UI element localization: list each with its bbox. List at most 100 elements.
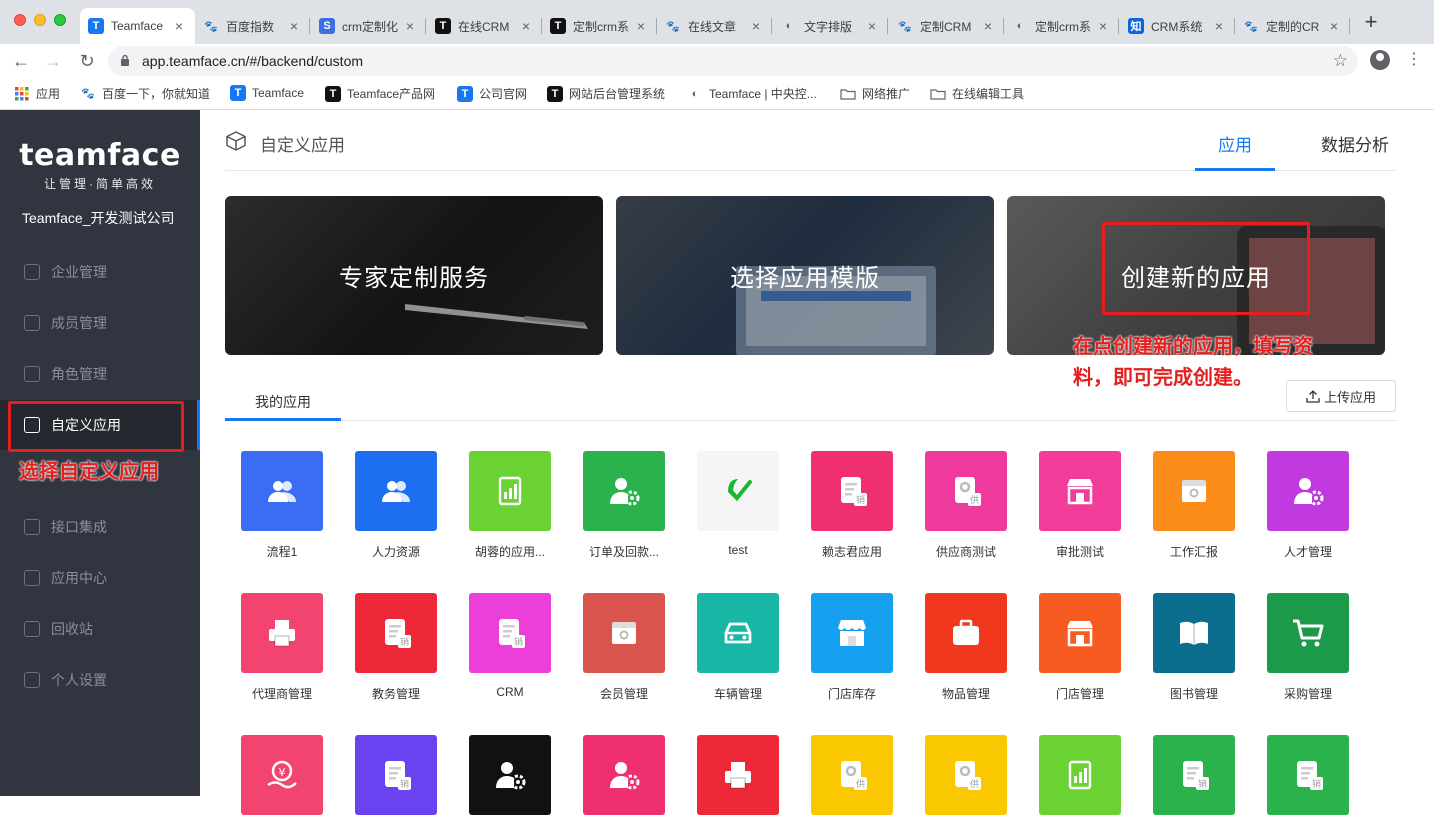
app-item[interactable]: 销 bbox=[1137, 735, 1251, 827]
app-tile[interactable] bbox=[241, 451, 323, 531]
app-item[interactable]: ¥ bbox=[225, 735, 339, 827]
tab-close-icon[interactable]: × bbox=[980, 18, 996, 34]
tab-data-analysis[interactable]: 数据分析 bbox=[1321, 131, 1389, 156]
app-tile[interactable]: ¥ bbox=[241, 735, 323, 815]
app-item[interactable]: 门店管理 bbox=[1023, 593, 1137, 702]
app-tile[interactable] bbox=[583, 593, 665, 673]
app-tile[interactable] bbox=[697, 451, 779, 531]
tab-close-icon[interactable]: × bbox=[171, 18, 187, 34]
banner-select-template[interactable]: 选择应用模版 bbox=[616, 196, 994, 355]
back-icon[interactable]: ← bbox=[10, 50, 32, 72]
teamface-logo[interactable]: teamface 让管理·简单高效 bbox=[0, 138, 200, 192]
app-tile[interactable]: 供 bbox=[925, 735, 1007, 815]
browser-tab[interactable]: Scrm定制化 × bbox=[311, 8, 426, 44]
tab-close-icon[interactable]: × bbox=[286, 18, 302, 34]
app-tile[interactable] bbox=[1039, 735, 1121, 815]
bookmark-item[interactable]: 网络推广 bbox=[840, 85, 910, 102]
app-item[interactable]: 流程1 bbox=[225, 451, 339, 560]
app-item[interactable]: 物品管理 bbox=[909, 593, 1023, 702]
app-item[interactable]: 供 bbox=[909, 735, 1023, 827]
app-tile[interactable] bbox=[1039, 593, 1121, 673]
bookmark-item[interactable]: 🐾 百度一下，你就知道 bbox=[80, 85, 210, 102]
new-tab-button[interactable]: + bbox=[1360, 11, 1382, 34]
sidebar-item-enterprise[interactable]: 企业管理 bbox=[0, 247, 200, 297]
browser-tab[interactable]: 🐾 百度指数 × bbox=[195, 8, 310, 44]
app-tile[interactable] bbox=[469, 735, 551, 815]
app-tile[interactable] bbox=[469, 451, 551, 531]
sidebar-item-roles[interactable]: 角色管理 bbox=[0, 349, 200, 399]
upload-app-button[interactable]: 上传应用 bbox=[1286, 380, 1396, 412]
browser-tab[interactable]: 🐾 定制的CR × bbox=[1235, 8, 1350, 44]
tab-close-icon[interactable]: × bbox=[748, 18, 764, 34]
app-tile[interactable]: 销 bbox=[1153, 735, 1235, 815]
app-item[interactable]: 销教务管理 bbox=[339, 593, 453, 702]
tab-close-icon[interactable]: × bbox=[1211, 18, 1227, 34]
bookmark-item[interactable]: T 网站后台管理系统 bbox=[547, 85, 665, 102]
app-item[interactable] bbox=[567, 735, 681, 827]
tab-close-icon[interactable]: × bbox=[1326, 18, 1342, 34]
app-item[interactable]: 销赖志君应用 bbox=[795, 451, 909, 560]
minimize-window-button[interactable] bbox=[34, 14, 46, 26]
app-item[interactable]: 采购管理 bbox=[1251, 593, 1365, 702]
app-tile[interactable] bbox=[1153, 593, 1235, 673]
browser-tab[interactable]: T Teamface × bbox=[80, 8, 195, 44]
app-tile[interactable]: 销 bbox=[355, 735, 437, 815]
app-item[interactable]: 供供应商测试 bbox=[909, 451, 1023, 560]
app-item[interactable] bbox=[681, 735, 795, 827]
app-tile[interactable]: 销 bbox=[469, 593, 551, 673]
app-item[interactable]: 人才管理 bbox=[1251, 451, 1365, 560]
bookmark-item[interactable]: 应用 bbox=[14, 85, 60, 102]
browser-tab[interactable]: 🐾 在线文章 × bbox=[657, 8, 772, 44]
browser-tab[interactable]: ◐ 定制crm系 × bbox=[1004, 8, 1119, 44]
app-tile[interactable] bbox=[1153, 451, 1235, 531]
app-tile[interactable] bbox=[925, 593, 1007, 673]
close-window-button[interactable] bbox=[14, 14, 26, 26]
app-item[interactable]: 审批测试 bbox=[1023, 451, 1137, 560]
bookmark-item[interactable]: 在线编辑工具 bbox=[930, 85, 1024, 102]
app-tile[interactable] bbox=[583, 451, 665, 531]
sidebar-item-personal-settings[interactable]: 个人设置 bbox=[0, 655, 200, 705]
app-tile[interactable] bbox=[811, 593, 893, 673]
sidebar-item-app-center[interactable]: 应用中心 bbox=[0, 553, 200, 603]
app-tile[interactable] bbox=[697, 735, 779, 815]
address-bar[interactable]: app.teamface.cn/#/backend/custom ☆ bbox=[108, 46, 1358, 76]
app-item[interactable]: 工作汇报 bbox=[1137, 451, 1251, 560]
bookmark-star-icon[interactable]: ☆ bbox=[1333, 51, 1348, 71]
sidebar-item-members[interactable]: 成员管理 bbox=[0, 298, 200, 348]
bookmark-item[interactable]: T 公司官网 bbox=[457, 85, 527, 102]
browser-menu-icon[interactable]: ⋮ bbox=[1406, 49, 1422, 69]
browser-tab[interactable]: T 在线CRM × bbox=[427, 8, 542, 44]
app-tile[interactable] bbox=[241, 593, 323, 673]
sidebar-item-api-integration[interactable]: 接口集成 bbox=[0, 502, 200, 552]
tab-close-icon[interactable]: × bbox=[633, 18, 649, 34]
bookmark-item[interactable]: T Teamface产品网 bbox=[325, 85, 435, 102]
app-item[interactable]: 销 bbox=[1251, 735, 1365, 827]
tab-apps[interactable]: 应用 bbox=[1218, 131, 1252, 156]
browser-tab[interactable]: T 定制crm系 × bbox=[542, 8, 657, 44]
app-item[interactable]: test bbox=[681, 451, 795, 557]
app-tile[interactable] bbox=[583, 735, 665, 815]
app-item[interactable]: 胡蓉的应用... bbox=[453, 451, 567, 560]
app-item[interactable]: 销 CRM bbox=[453, 593, 567, 699]
zoom-window-button[interactable] bbox=[54, 14, 66, 26]
app-item[interactable]: 人力资源 bbox=[339, 451, 453, 560]
forward-icon[interactable]: → bbox=[42, 50, 64, 72]
app-tile[interactable] bbox=[1267, 593, 1349, 673]
browser-tab[interactable]: 🐾 定制CRM × bbox=[889, 8, 1004, 44]
app-tile[interactable]: 销 bbox=[1267, 735, 1349, 815]
sidebar-item-recycle-bin[interactable]: 回收站 bbox=[0, 604, 200, 654]
tab-close-icon[interactable]: × bbox=[864, 18, 880, 34]
app-item[interactable]: 代理商管理 bbox=[225, 593, 339, 702]
app-item[interactable] bbox=[1023, 735, 1137, 827]
app-tile[interactable] bbox=[1267, 451, 1349, 531]
browser-tab[interactable]: ◐ 文字排版 × bbox=[773, 8, 888, 44]
app-tile[interactable]: 销 bbox=[811, 451, 893, 531]
app-item[interactable]: 会员管理 bbox=[567, 593, 681, 702]
app-item[interactable]: 供 bbox=[795, 735, 909, 827]
browser-tab[interactable]: 知 CRM系统 × bbox=[1120, 8, 1235, 44]
app-item[interactable] bbox=[453, 735, 567, 827]
reload-icon[interactable]: ↻ bbox=[76, 50, 98, 72]
app-item[interactable]: 订单及回款... bbox=[567, 451, 681, 560]
app-tile[interactable]: 供 bbox=[925, 451, 1007, 531]
tab-close-icon[interactable]: × bbox=[1095, 18, 1111, 34]
